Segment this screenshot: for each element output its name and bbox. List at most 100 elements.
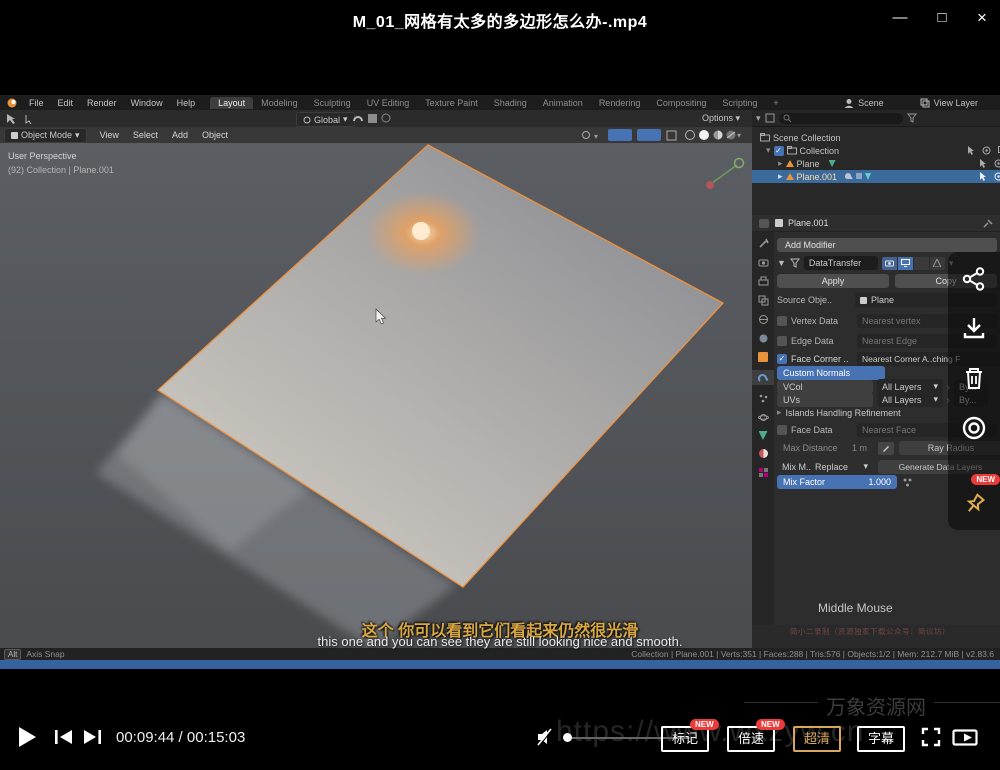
tab-compositing[interactable]: Compositing [648,97,714,109]
menu-window[interactable]: Window [124,98,170,108]
material-tab-icon[interactable] [758,448,769,459]
uvs-layers-dropdown[interactable]: All Layers▾ [877,392,943,407]
modifier-name-field[interactable]: DataTransfer [804,256,878,270]
transform-gizmo-toggle[interactable] [608,129,632,141]
cage-toggle[interactable] [930,257,945,270]
max-distance-slider[interactable]: Max Distance1 m [777,441,873,455]
scene-browse-field[interactable] [888,98,916,108]
menu-object[interactable]: Object [195,130,235,140]
face-corner-checkbox[interactable]: ✓ [777,354,787,364]
tab-modeling[interactable]: Modeling [253,97,306,109]
menu-view[interactable]: View [93,130,126,140]
scene-selector[interactable]: Scene [858,98,884,108]
menu-render[interactable]: Render [80,98,124,108]
menu-select[interactable]: Select [126,130,165,140]
menu-file[interactable]: File [22,98,51,108]
tool-tab-icon[interactable] [758,238,769,249]
pin-icon[interactable] [961,492,987,518]
outliner-row-plane[interactable]: ▸ Plane [752,157,1000,170]
3d-viewport[interactable]: User Perspective (92) Collection | Plane… [0,143,752,648]
shading-mode-icons[interactable]: ▾ [684,129,742,141]
tab-scripting[interactable]: Scripting [714,97,765,109]
options-dropdown[interactable]: Options ▾ [702,113,740,124]
physics-tab-icon[interactable] [758,412,769,423]
menu-edit[interactable]: Edit [51,98,81,108]
view-layer-tab-icon[interactable] [758,295,769,306]
texture-tab-icon[interactable] [758,467,769,478]
eye-icon[interactable] [994,159,1000,168]
outliner-filter-dropdown[interactable]: ▾ [756,113,761,124]
fullscreen-icon[interactable] [921,727,941,747]
tab-uv-editing[interactable]: UV Editing [359,97,418,109]
tab-add-workspace[interactable]: + [765,97,786,109]
vertex-data-checkbox[interactable] [777,316,787,326]
snap-proportional-icons[interactable] [352,113,398,124]
maximize-button[interactable]: □ [927,7,957,29]
mix-factor-slider[interactable]: Mix Factor1.000 [777,475,897,489]
cursor-icon[interactable] [979,159,987,168]
view-layer-selector[interactable]: View Layer [934,98,978,108]
modifier-tab-icon-active[interactable] [752,370,774,385]
tab-shading[interactable]: Shading [486,97,535,109]
face-data-checkbox[interactable] [777,425,787,435]
outliner-row-scene-collection[interactable]: Scene Collection [752,131,1000,144]
outliner-search-input[interactable] [779,113,903,124]
world-tab-icon[interactable] [758,333,769,344]
edit-mode-toggle[interactable] [914,257,929,270]
share-icon[interactable] [961,266,987,292]
scene-tab-icon[interactable] [758,314,769,325]
transform-orientation-dropdown[interactable]: Global▾ [296,112,355,127]
subtitle-button[interactable]: 字幕 [857,726,905,752]
mix-mode-dropdown[interactable]: Mix M..Replace▾ [777,459,873,474]
collection-checkbox[interactable]: ✓ [774,146,784,156]
xray-toggle-icon[interactable] [666,130,679,141]
apply-button[interactable]: Apply [777,274,889,288]
quality-button[interactable]: 超清 [793,726,841,752]
tab-layout[interactable]: Layout [210,97,253,109]
cursor-icon[interactable] [967,146,975,155]
eye-icon[interactable] [994,172,1000,181]
filter-funnel-icon[interactable] [907,113,917,123]
vertex-group-icon[interactable] [902,477,913,488]
cursor-icon[interactable] [979,172,987,181]
render-tab-icon[interactable] [758,257,769,268]
miniplayer-icon[interactable] [952,729,978,746]
output-tab-icon[interactable] [758,276,769,287]
menu-add[interactable]: Add [165,130,195,140]
tab-animation[interactable]: Animation [535,97,591,109]
gizmo-dropdown-icon[interactable]: ▾ [581,130,603,141]
tab-sculpting[interactable]: Sculpting [306,97,359,109]
particles-tab-icon[interactable] [758,393,769,404]
custom-normals-toggle[interactable]: Custom Normals [777,366,885,380]
outliner-row-collection[interactable]: ▾ ✓ Collection [752,144,1000,157]
object-tab-icon[interactable] [758,352,768,362]
download-icon[interactable] [961,315,987,341]
mode-dropdown[interactable]: Object Mode▾ [4,128,87,143]
overlays-toggle[interactable] [637,129,661,141]
edit-distance-toggle[interactable] [878,442,894,455]
record-target-icon[interactable] [961,415,987,441]
editor-type-icon[interactable] [758,218,770,229]
menu-help[interactable]: Help [170,98,203,108]
minimize-button[interactable]: — [885,7,915,29]
render-visibility-toggle[interactable] [882,257,897,270]
mute-icon[interactable] [536,728,558,746]
close-button[interactable]: × [967,7,997,29]
eye-icon[interactable] [982,146,991,155]
view-layer-field[interactable] [982,98,996,108]
edge-data-checkbox[interactable] [777,336,787,346]
next-button[interactable] [82,729,102,745]
add-modifier-button[interactable]: Add Modifier [777,238,997,252]
previous-button[interactable] [54,729,74,745]
data-tab-icon[interactable] [759,431,768,440]
expand-icon[interactable]: ▼ [777,258,786,268]
trash-icon[interactable] [961,365,987,391]
play-button[interactable] [16,725,38,749]
viewport-visibility-toggle[interactable] [898,257,913,270]
properties-search-icon[interactable] [982,218,994,229]
tab-rendering[interactable]: Rendering [591,97,649,109]
tab-texture-paint[interactable]: Texture Paint [417,97,486,109]
volume-handle[interactable] [563,733,572,742]
uvs-toggle[interactable]: UVs [777,393,873,407]
video-progress-bar[interactable] [0,660,1000,669]
